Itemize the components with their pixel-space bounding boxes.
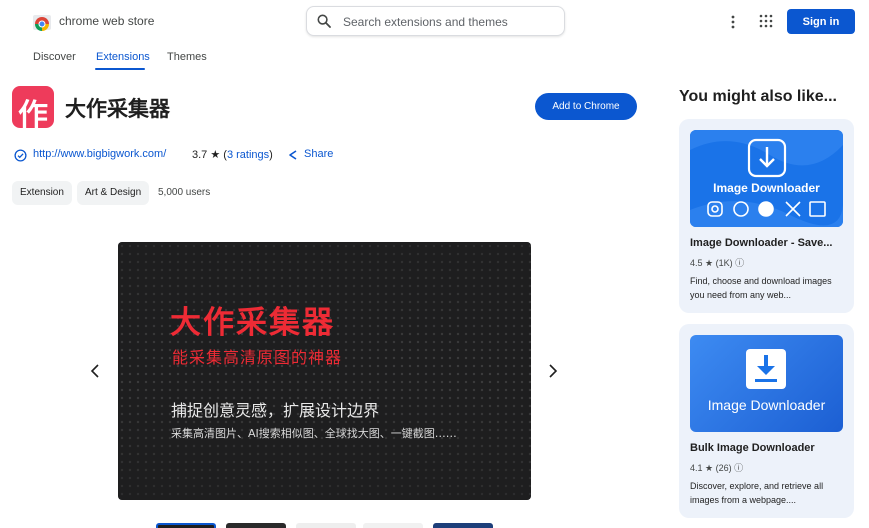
recommendation-card[interactable]: Image Downloader Image Downloader - Save… — [679, 119, 854, 313]
ratings-count-link[interactable]: 3 ratings — [227, 149, 269, 161]
card-image-text: Image Downloader — [707, 397, 826, 413]
brand-name[interactable]: chrome web store — [59, 14, 154, 28]
user-count: 5,000 users — [158, 187, 211, 198]
sign-in-button[interactable]: Sign in — [787, 9, 855, 34]
tab-discover[interactable]: Discover — [33, 51, 76, 63]
card-rating: 4.1 ★ (26) ⓘ — [690, 461, 743, 474]
chip-category[interactable]: Art & Design — [77, 181, 150, 205]
chip-extension[interactable]: Extension — [12, 181, 72, 205]
thumbnail-5[interactable] — [433, 523, 493, 528]
info-icon[interactable]: ⓘ — [734, 463, 743, 473]
share-link[interactable]: Share — [304, 148, 333, 160]
card-image — [690, 130, 843, 227]
card-title[interactable]: Image Downloader - Save... — [690, 237, 832, 249]
card-image — [690, 335, 843, 432]
card-rating-count: (26) — [715, 463, 732, 473]
slide-tagline: 捕捉创意灵感，扩展设计边界 — [171, 401, 380, 420]
thumbnail-1[interactable] — [156, 523, 216, 528]
card-title[interactable]: Bulk Image Downloader — [690, 442, 815, 454]
active-tab-indicator — [95, 68, 145, 70]
extension-icon-glyph: 作 — [18, 98, 48, 133]
card-rating-value: 4.5 — [690, 258, 703, 268]
screenshot-slide[interactable]: 大作采集器 能采集高清原图的神器 捕捉创意灵感，扩展设计边界 采集高清图片、AI… — [118, 242, 531, 500]
rating-star-icon: ★ — [210, 149, 221, 161]
rating-summary: 3.7 ★ (3 ratings) — [192, 149, 273, 161]
add-to-chrome-button[interactable]: Add to Chrome — [535, 93, 637, 120]
slide-subtitle: 能采集高清原图的神器 — [172, 348, 343, 367]
download-tile-graphic — [746, 349, 786, 389]
card-rating: 4.5 ★ (1K) ⓘ — [690, 256, 744, 269]
tab-extensions[interactable]: Extensions — [96, 51, 150, 63]
top-bar: chrome web store Sign in — [0, 0, 869, 44]
verified-site-icon — [14, 149, 27, 162]
thumbnail-3[interactable] — [296, 523, 356, 528]
star-icon: ★ — [705, 463, 714, 473]
search-box[interactable] — [306, 6, 565, 36]
rating-value: 3.7 — [192, 149, 208, 161]
info-icon[interactable]: ⓘ — [735, 258, 744, 268]
tab-themes[interactable]: Themes — [167, 51, 207, 63]
card-rating-count: (1K) — [715, 258, 733, 268]
chrome-web-store-logo[interactable] — [32, 12, 52, 32]
google-apps-icon[interactable] — [759, 14, 773, 28]
more-options-icon[interactable] — [728, 13, 738, 31]
star-icon: ★ — [705, 258, 714, 268]
slide-shade — [118, 242, 531, 500]
search-icon — [317, 14, 331, 28]
download-tile-graphic — [690, 130, 843, 227]
chevron-left-icon[interactable] — [87, 362, 103, 380]
extension-icon: 作 — [12, 86, 54, 133]
thumbnail-2[interactable] — [226, 523, 286, 528]
recommendation-card[interactable]: Image Downloader Bulk Image Downloader 4… — [679, 324, 854, 518]
share-icon[interactable] — [287, 149, 299, 161]
recommendations-title: You might also like... — [679, 88, 837, 105]
card-description: Find, choose and download images you nee… — [690, 276, 832, 300]
chevron-right-icon[interactable] — [545, 362, 561, 380]
card-description: Discover, explore, and retrieve all imag… — [690, 481, 824, 505]
card-image-text: Image Downloader — [713, 181, 820, 195]
search-input[interactable] — [343, 13, 558, 31]
slide-title: 大作采集器 — [170, 305, 335, 341]
thumbnail-4[interactable] — [363, 523, 423, 528]
extension-title: 大作采集器 — [65, 97, 170, 121]
developer-website-link[interactable]: http://www.bigbigwork.com/ — [33, 148, 166, 160]
card-rating-value: 4.1 — [690, 463, 703, 473]
slide-features: 采集高清图片、AI搜索相似图、全球找大图、一键截图…… — [171, 427, 457, 440]
